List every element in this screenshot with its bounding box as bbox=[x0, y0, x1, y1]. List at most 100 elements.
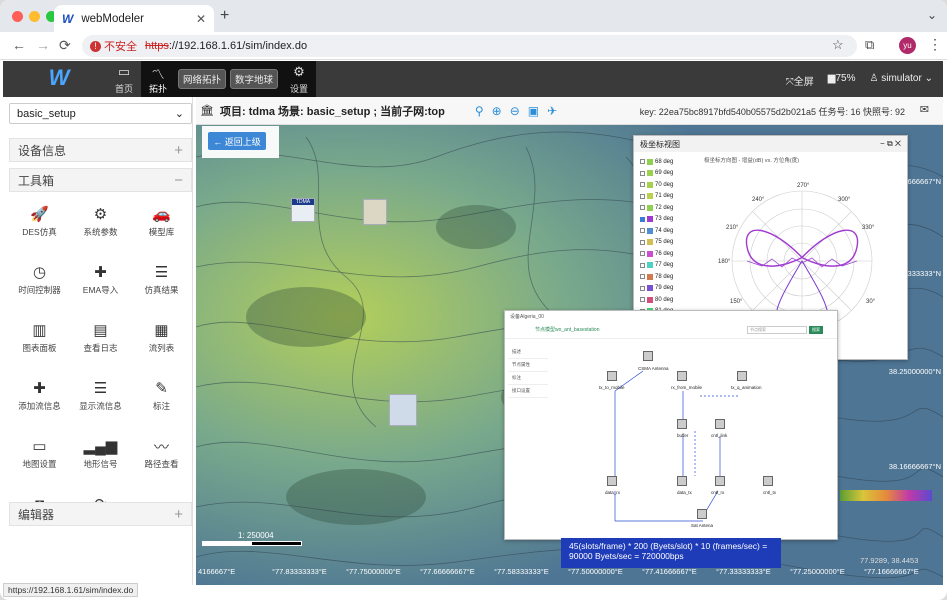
extensions-puzzle-icon[interactable]: ⧉ bbox=[865, 37, 874, 53]
elevation-list-item[interactable]: 76 deg bbox=[640, 248, 692, 260]
close-tab-icon[interactable]: ✕ bbox=[196, 12, 206, 26]
checkbox[interactable] bbox=[640, 262, 645, 268]
tool-gears[interactable]: ⚙ 系统参数 bbox=[70, 202, 131, 250]
tab-menu-chevron-icon[interactable]: ⌄ bbox=[927, 8, 937, 22]
browser-menu-icon[interactable]: ⋮ bbox=[928, 36, 942, 53]
scenario-select[interactable]: basic_setup ⌄ bbox=[9, 103, 192, 124]
profile-avatar[interactable]: yu bbox=[899, 37, 916, 54]
close-window-button[interactable] bbox=[12, 11, 23, 22]
monitor-icon: ▭ bbox=[117, 64, 131, 79]
elevation-list-item[interactable]: 68 deg bbox=[640, 156, 692, 168]
module-icon[interactable] bbox=[607, 476, 617, 486]
tool-table[interactable]: ▦ 流列表 bbox=[131, 318, 192, 366]
tool-list[interactable]: ☰ 仿真结果 bbox=[131, 260, 192, 308]
nav-topology[interactable]: 〽 拓扑 bbox=[141, 61, 175, 97]
checkbox[interactable] bbox=[640, 216, 645, 222]
editor-panel[interactable]: 编辑器 + bbox=[9, 502, 192, 526]
module-icon[interactable] bbox=[715, 476, 725, 486]
map-view[interactable]: 🏛 项目: tdma 场景: basic_setup ; 当前子网:top ⚲ … bbox=[196, 97, 943, 585]
checkbox[interactable] bbox=[640, 251, 645, 257]
elevation-list-item[interactable]: 78 deg bbox=[640, 271, 692, 283]
tool-list[interactable]: ☰ 显示流信息 bbox=[70, 376, 131, 424]
elevation-list-item[interactable]: 69 deg bbox=[640, 168, 692, 180]
tool-map[interactable]: ▭ 地图设置 bbox=[9, 434, 70, 482]
reload-icon[interactable]: ⟳ bbox=[59, 37, 71, 54]
user-menu[interactable]: ♙ simulator ⌄ bbox=[870, 73, 934, 88]
toolbox-panel[interactable]: 工具箱 − bbox=[9, 168, 192, 192]
checkbox[interactable] bbox=[640, 159, 645, 165]
security-warning[interactable]: ! 不安全 bbox=[90, 38, 137, 54]
module-icon[interactable] bbox=[763, 476, 773, 486]
tool-rocket[interactable]: 🚀 DES仿真 bbox=[9, 202, 70, 250]
location-pin-icon[interactable]: ⚲ bbox=[475, 104, 484, 118]
lon-label: °77.41666667°E bbox=[642, 567, 697, 576]
tool-label: 添加流信息 bbox=[18, 401, 61, 411]
elevation-list-item[interactable]: 75 deg bbox=[640, 237, 692, 249]
zoom-in-icon[interactable]: ⊕ bbox=[492, 104, 502, 118]
checkbox[interactable] bbox=[640, 170, 645, 176]
checkbox[interactable] bbox=[640, 285, 645, 291]
elevation-list-item[interactable]: 77 deg bbox=[640, 260, 692, 272]
new-tab-icon[interactable]: + bbox=[220, 7, 229, 25]
checkbox[interactable] bbox=[640, 182, 645, 188]
url-field[interactable]: ! 不安全 https://192.168.1.61/sim/index.do bbox=[82, 35, 857, 57]
checkbox[interactable] bbox=[640, 193, 645, 199]
module-icon[interactable] bbox=[677, 419, 687, 429]
elevation-list-item[interactable]: 70 deg bbox=[640, 179, 692, 191]
tool-signal[interactable]: ▂▄▆ 地形信号 bbox=[70, 434, 131, 482]
tool-pencil[interactable]: ✎ 标注 bbox=[131, 376, 192, 424]
checkbox[interactable] bbox=[640, 205, 645, 211]
nav-settings[interactable]: ⚙ 设置 bbox=[282, 61, 316, 97]
minimize-window-button[interactable] bbox=[29, 11, 40, 22]
fullscreen-button[interactable]: ⤧全屏 bbox=[786, 73, 814, 88]
mail-icon[interactable]: ✉ bbox=[920, 103, 929, 116]
window-controls: − ⧉ ✕ bbox=[880, 139, 901, 149]
checkbox[interactable] bbox=[640, 297, 645, 303]
restore-icon[interactable]: ⧉ bbox=[887, 139, 893, 148]
browser-tab[interactable]: W webModeler ✕ bbox=[54, 5, 214, 32]
elevation-list-item[interactable]: 80 deg bbox=[640, 294, 692, 306]
save-icon[interactable]: ▣ bbox=[528, 104, 539, 118]
module-icon[interactable] bbox=[737, 371, 747, 381]
tool-puzzle[interactable]: ✚ EMA导入 bbox=[70, 260, 131, 308]
elevation-list-item[interactable]: 71 deg bbox=[640, 191, 692, 203]
module-icon[interactable] bbox=[607, 371, 617, 381]
module-icon[interactable] bbox=[643, 351, 653, 361]
chevron-down-icon: ⌄ bbox=[174, 108, 184, 120]
close-icon[interactable]: ✕ bbox=[895, 139, 901, 148]
module-icon[interactable] bbox=[677, 371, 687, 381]
computer-node-icon[interactable] bbox=[389, 394, 417, 426]
airplane-icon[interactable]: ✈ bbox=[547, 104, 557, 118]
minimize-icon[interactable]: − bbox=[880, 139, 885, 148]
checkbox[interactable] bbox=[640, 274, 645, 280]
tool-document[interactable]: ▤ 查看日志 bbox=[70, 318, 131, 366]
module-icon[interactable] bbox=[677, 476, 687, 486]
checkbox[interactable] bbox=[640, 239, 645, 245]
elevation-list-item[interactable]: 74 deg bbox=[640, 225, 692, 237]
nav-home[interactable]: ▭ 首页 bbox=[107, 61, 141, 97]
zoom-out-icon[interactable]: ⊖ bbox=[510, 104, 520, 118]
person-node-icon[interactable] bbox=[363, 199, 387, 225]
device-info-panel[interactable]: 设备信息 + bbox=[9, 138, 192, 162]
network-topology-button[interactable]: 网络拓扑 bbox=[178, 69, 227, 89]
bookmark-star-icon[interactable]: ☆ bbox=[832, 37, 844, 53]
elevation-list-item[interactable]: 72 deg bbox=[640, 202, 692, 214]
tool-car[interactable]: 🚗 模型库 bbox=[131, 202, 192, 250]
forward-arrow-icon[interactable]: → bbox=[36, 37, 50, 53]
checkbox[interactable] bbox=[640, 228, 645, 234]
elevation-list-item[interactable]: 73 deg bbox=[640, 214, 692, 226]
module-icon[interactable] bbox=[697, 509, 707, 519]
digital-earth-button[interactable]: 数字地球 bbox=[230, 69, 279, 89]
plus-icon: ✚ bbox=[33, 380, 46, 397]
tool-plus[interactable]: ✚ 添加流信息 bbox=[9, 376, 70, 424]
lon-label: °77.75000000°E bbox=[346, 567, 401, 576]
bar-chart-icon: ▥ bbox=[32, 322, 47, 339]
back-to-parent-button[interactable]: ← 返回上级 bbox=[208, 132, 266, 150]
elevation-list-item[interactable]: 79 deg bbox=[640, 283, 692, 295]
tdma-node[interactable]: TDMA bbox=[291, 198, 315, 222]
module-icon[interactable] bbox=[715, 419, 725, 429]
tool-clock[interactable]: ◷ 时间控制器 bbox=[9, 260, 70, 308]
tool-bar-chart[interactable]: ▥ 图表面板 bbox=[9, 318, 70, 366]
tool-trend[interactable]: 〰路径查看 bbox=[131, 434, 192, 482]
back-arrow-icon[interactable]: ← bbox=[12, 37, 26, 53]
